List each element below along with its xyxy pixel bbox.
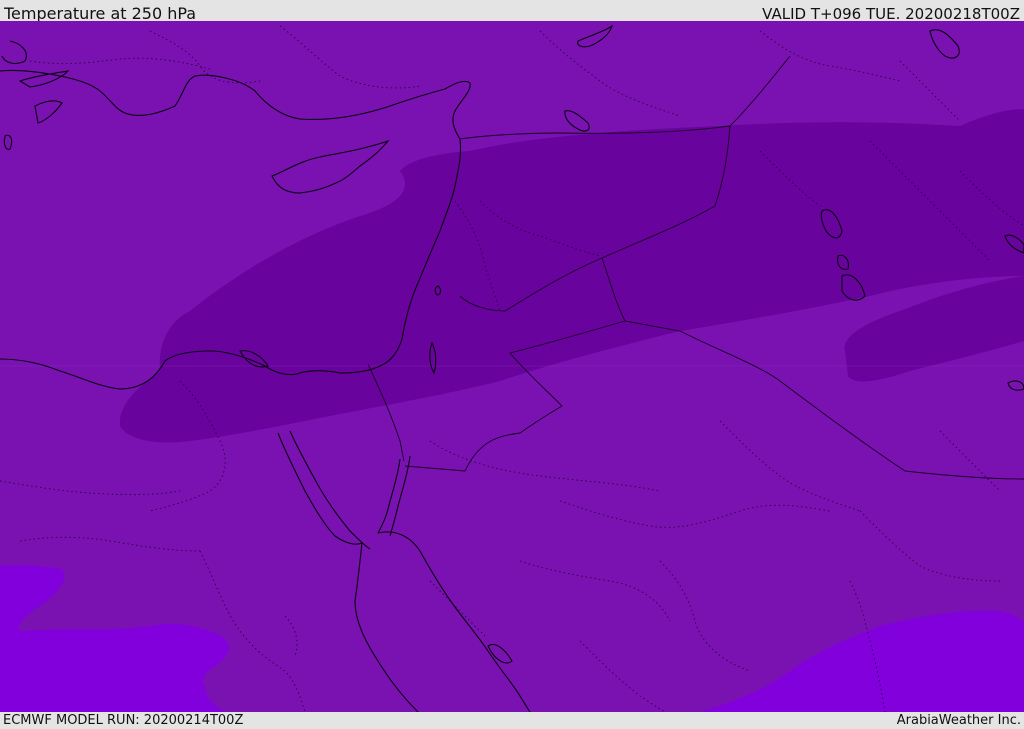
temperature-map[interactable] [0, 21, 1024, 712]
weather-map-frame: Temperature at 250 hPa VALID T+096 TUE. … [0, 0, 1024, 729]
model-run-label: ECMWF MODEL RUN: 20200214T00Z [3, 713, 244, 728]
credit-label: ArabiaWeather Inc. [896, 713, 1021, 728]
